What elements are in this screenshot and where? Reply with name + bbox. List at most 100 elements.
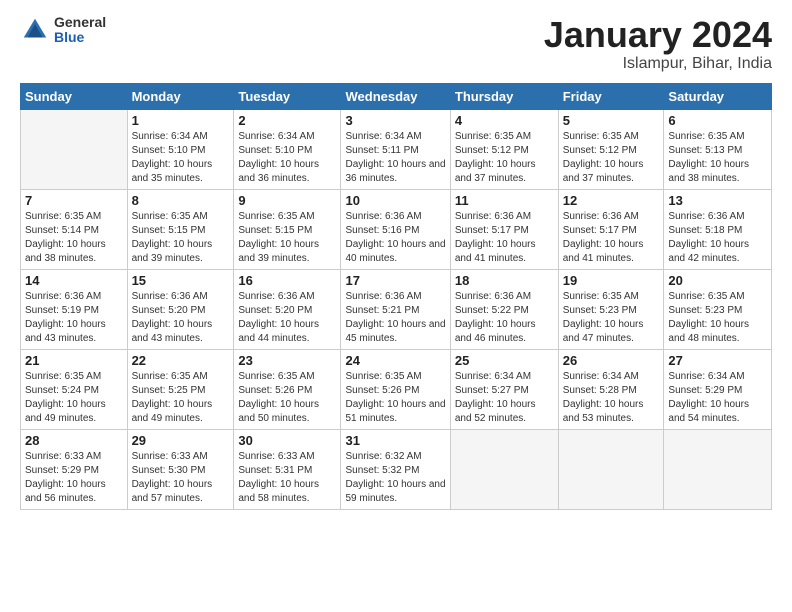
calendar-cell: 16Sunrise: 6:36 AMSunset: 5:20 PMDayligh…	[234, 269, 341, 349]
sunrise-text: Sunrise: 6:33 AM	[132, 451, 208, 462]
sunset-text: Sunset: 5:15 PM	[132, 225, 206, 236]
daylight-text: Daylight: 10 hours and 37 minutes.	[563, 159, 644, 184]
day-number: 5	[563, 113, 660, 128]
header: General Blue January 2024 Islampur, Biha…	[20, 15, 772, 73]
daylight-text: Daylight: 10 hours and 36 minutes.	[238, 159, 319, 184]
daylight-text: Daylight: 10 hours and 36 minutes.	[345, 159, 445, 184]
sunset-text: Sunset: 5:10 PM	[238, 145, 312, 156]
month-title: January 2024	[544, 15, 772, 55]
daylight-text: Daylight: 10 hours and 53 minutes.	[563, 399, 644, 424]
sunset-text: Sunset: 5:24 PM	[25, 385, 99, 396]
day-number: 27	[668, 353, 767, 368]
day-number: 18	[455, 273, 554, 288]
daylight-text: Daylight: 10 hours and 45 minutes.	[345, 319, 445, 344]
day-info: Sunrise: 6:36 AMSunset: 5:20 PMDaylight:…	[132, 290, 230, 346]
day-info: Sunrise: 6:36 AMSunset: 5:20 PMDaylight:…	[238, 290, 336, 346]
page: General Blue January 2024 Islampur, Biha…	[0, 0, 792, 525]
daylight-text: Daylight: 10 hours and 57 minutes.	[132, 479, 213, 504]
daylight-text: Daylight: 10 hours and 39 minutes.	[238, 239, 319, 264]
calendar-cell: 2Sunrise: 6:34 AMSunset: 5:10 PMDaylight…	[234, 109, 341, 189]
sunset-text: Sunset: 5:20 PM	[238, 305, 312, 316]
day-info: Sunrise: 6:33 AMSunset: 5:30 PMDaylight:…	[132, 450, 230, 506]
sunrise-text: Sunrise: 6:34 AM	[132, 131, 208, 142]
calendar-cell: 30Sunrise: 6:33 AMSunset: 5:31 PMDayligh…	[234, 429, 341, 509]
daylight-text: Daylight: 10 hours and 41 minutes.	[455, 239, 536, 264]
day-info: Sunrise: 6:34 AMSunset: 5:28 PMDaylight:…	[563, 370, 660, 426]
day-info: Sunrise: 6:35 AMSunset: 5:26 PMDaylight:…	[345, 370, 445, 426]
calendar-cell: 21Sunrise: 6:35 AMSunset: 5:24 PMDayligh…	[21, 349, 128, 429]
daylight-text: Daylight: 10 hours and 46 minutes.	[455, 319, 536, 344]
calendar-cell: 7Sunrise: 6:35 AMSunset: 5:14 PMDaylight…	[21, 189, 128, 269]
sunrise-text: Sunrise: 6:35 AM	[668, 131, 744, 142]
sunrise-text: Sunrise: 6:33 AM	[238, 451, 314, 462]
calendar-cell: 10Sunrise: 6:36 AMSunset: 5:16 PMDayligh…	[341, 189, 450, 269]
sunrise-text: Sunrise: 6:36 AM	[455, 211, 531, 222]
daylight-text: Daylight: 10 hours and 41 minutes.	[563, 239, 644, 264]
sunset-text: Sunset: 5:22 PM	[455, 305, 529, 316]
sunset-text: Sunset: 5:28 PM	[563, 385, 637, 396]
daylight-text: Daylight: 10 hours and 51 minutes.	[345, 399, 445, 424]
daylight-text: Daylight: 10 hours and 48 minutes.	[668, 319, 749, 344]
col-tuesday: Tuesday	[234, 83, 341, 109]
calendar-cell: 9Sunrise: 6:35 AMSunset: 5:15 PMDaylight…	[234, 189, 341, 269]
calendar-week-3: 14 Sunrise: 6:36 AM Sunset: 5:19 PM Dayligh…	[21, 269, 772, 349]
daylight-text: Daylight: 10 hours and 37 minutes.	[455, 159, 536, 184]
logo-general: General	[54, 15, 106, 30]
logo-text: General Blue	[54, 15, 106, 46]
calendar-cell: 26Sunrise: 6:34 AMSunset: 5:28 PMDayligh…	[558, 349, 664, 429]
sunrise-text: Sunrise: 6:35 AM	[563, 291, 639, 302]
day-info: Sunrise: 6:36 AMSunset: 5:22 PMDaylight:…	[455, 290, 554, 346]
logo-icon	[20, 15, 50, 45]
sunset-text: Sunset: 5:17 PM	[455, 225, 529, 236]
day-number: 14	[25, 273, 123, 288]
sunset-text: Sunset: 5:19 PM	[25, 305, 99, 316]
day-info: Sunrise: 6:34 AMSunset: 5:11 PMDaylight:…	[345, 130, 445, 186]
sunset-text: Sunset: 5:16 PM	[345, 225, 419, 236]
day-info: Sunrise: 6:35 AMSunset: 5:15 PMDaylight:…	[238, 210, 336, 266]
daylight-text: Daylight: 10 hours and 56 minutes.	[25, 479, 106, 504]
sunrise-text: Sunrise: 6:35 AM	[238, 211, 314, 222]
sunset-text: Sunset: 5:11 PM	[345, 145, 418, 156]
calendar-cell: 4Sunrise: 6:35 AMSunset: 5:12 PMDaylight…	[450, 109, 558, 189]
day-info: Sunrise: 6:36 AMSunset: 5:18 PMDaylight:…	[668, 210, 767, 266]
sunset-text: Sunset: 5:18 PM	[668, 225, 742, 236]
sunrise-text: Sunrise: 6:33 AM	[25, 451, 101, 462]
sunrise-text: Sunrise: 6:35 AM	[455, 131, 531, 142]
day-number: 10	[345, 193, 445, 208]
day-number: 23	[238, 353, 336, 368]
sunset-text: Sunset: 5:31 PM	[238, 465, 312, 476]
day-info: Sunrise: 6:35 AMSunset: 5:14 PMDaylight:…	[25, 210, 123, 266]
calendar-cell: 27Sunrise: 6:34 AMSunset: 5:29 PMDayligh…	[664, 349, 772, 429]
sunset-text: Sunset: 5:27 PM	[455, 385, 529, 396]
calendar-cell: 3Sunrise: 6:34 AMSunset: 5:11 PMDaylight…	[341, 109, 450, 189]
day-info: Sunrise: 6:35 AMSunset: 5:13 PMDaylight:…	[668, 130, 767, 186]
daylight-text: Daylight: 10 hours and 35 minutes.	[132, 159, 213, 184]
sunrise-text: Sunrise: 6:35 AM	[345, 371, 421, 382]
calendar-cell: 11Sunrise: 6:36 AMSunset: 5:17 PMDayligh…	[450, 189, 558, 269]
day-number: 28	[25, 433, 123, 448]
col-sunday: Sunday	[21, 83, 128, 109]
daylight-text: Daylight: 10 hours and 52 minutes.	[455, 399, 536, 424]
sunset-text: Sunset: 5:21 PM	[345, 305, 419, 316]
day-info: Sunrise: 6:35 AMSunset: 5:12 PMDaylight:…	[455, 130, 554, 186]
calendar-cell: 19Sunrise: 6:35 AMSunset: 5:23 PMDayligh…	[558, 269, 664, 349]
day-number: 12	[563, 193, 660, 208]
day-number: 1	[132, 113, 230, 128]
day-number: 6	[668, 113, 767, 128]
day-number: 8	[132, 193, 230, 208]
sunrise-text: Sunrise: 6:35 AM	[25, 371, 101, 382]
calendar-cell: 13Sunrise: 6:36 AMSunset: 5:18 PMDayligh…	[664, 189, 772, 269]
sunrise-text: Sunrise: 6:36 AM	[345, 291, 421, 302]
sunrise-text: Sunrise: 6:36 AM	[668, 211, 744, 222]
day-number: 22	[132, 353, 230, 368]
sunset-text: Sunset: 5:29 PM	[668, 385, 742, 396]
sunrise-text: Sunrise: 6:34 AM	[668, 371, 744, 382]
day-number: 15	[132, 273, 230, 288]
sunrise-text: Sunrise: 6:35 AM	[563, 131, 639, 142]
day-number: 20	[668, 273, 767, 288]
day-info: Sunrise: 6:35 AMSunset: 5:24 PMDaylight:…	[25, 370, 123, 426]
calendar-cell: 25Sunrise: 6:34 AMSunset: 5:27 PMDayligh…	[450, 349, 558, 429]
day-number: 13	[668, 193, 767, 208]
day-info: Sunrise: 6:34 AMSunset: 5:10 PMDaylight:…	[132, 130, 230, 186]
sunset-text: Sunset: 5:12 PM	[563, 145, 637, 156]
